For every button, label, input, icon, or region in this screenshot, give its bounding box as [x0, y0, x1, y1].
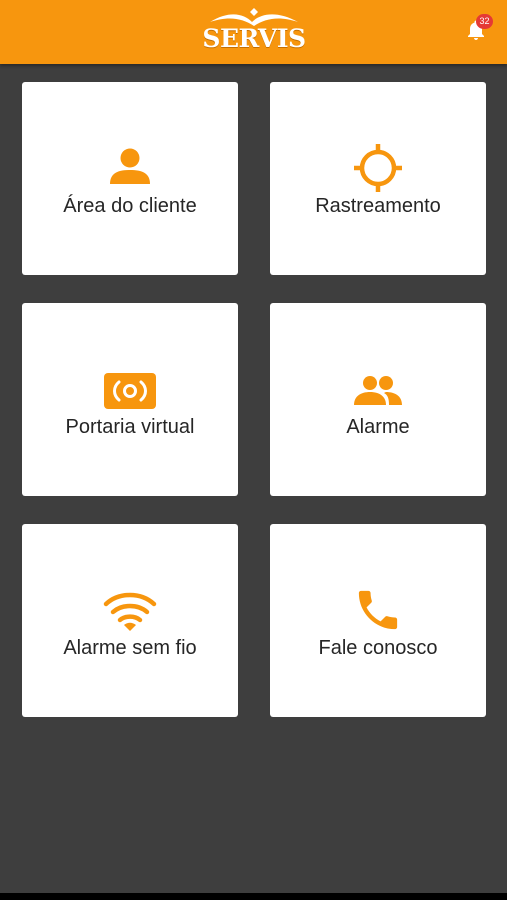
wifi-icon — [100, 580, 160, 640]
notification-count-badge: 32 — [476, 14, 493, 29]
system-nav-bar — [0, 893, 507, 900]
tile-portaria-virtual[interactable]: Portaria virtual — [22, 303, 238, 496]
tile-label: Alarme — [346, 416, 410, 438]
tile-rastreamento[interactable]: Rastreamento — [270, 82, 486, 275]
tile-label: Portaria virtual — [65, 416, 195, 438]
tile-alarme-sem-fio[interactable]: Alarme sem fio — [22, 524, 238, 717]
brand-name: SERVIS — [202, 24, 306, 53]
tile-area-do-cliente[interactable]: Área do cliente — [22, 82, 238, 275]
tile-label: Alarme sem fio — [63, 637, 197, 659]
notifications-button[interactable]: 32 — [462, 14, 496, 48]
person-icon — [100, 138, 160, 198]
tile-label: Fale conosco — [318, 637, 438, 659]
crosshair-icon — [348, 138, 408, 198]
intercom-icon — [100, 359, 160, 419]
app-bar: SERVIS 32 — [0, 0, 507, 64]
phone-icon — [348, 580, 408, 640]
people-icon — [348, 359, 408, 419]
tile-alarme[interactable]: Alarme — [270, 303, 486, 496]
tile-label: Área do cliente — [63, 195, 197, 217]
tile-label: Rastreamento — [315, 195, 441, 217]
servis-logo: SERVIS — [200, 8, 308, 56]
tile-fale-conosco[interactable]: Fale conosco — [270, 524, 486, 717]
